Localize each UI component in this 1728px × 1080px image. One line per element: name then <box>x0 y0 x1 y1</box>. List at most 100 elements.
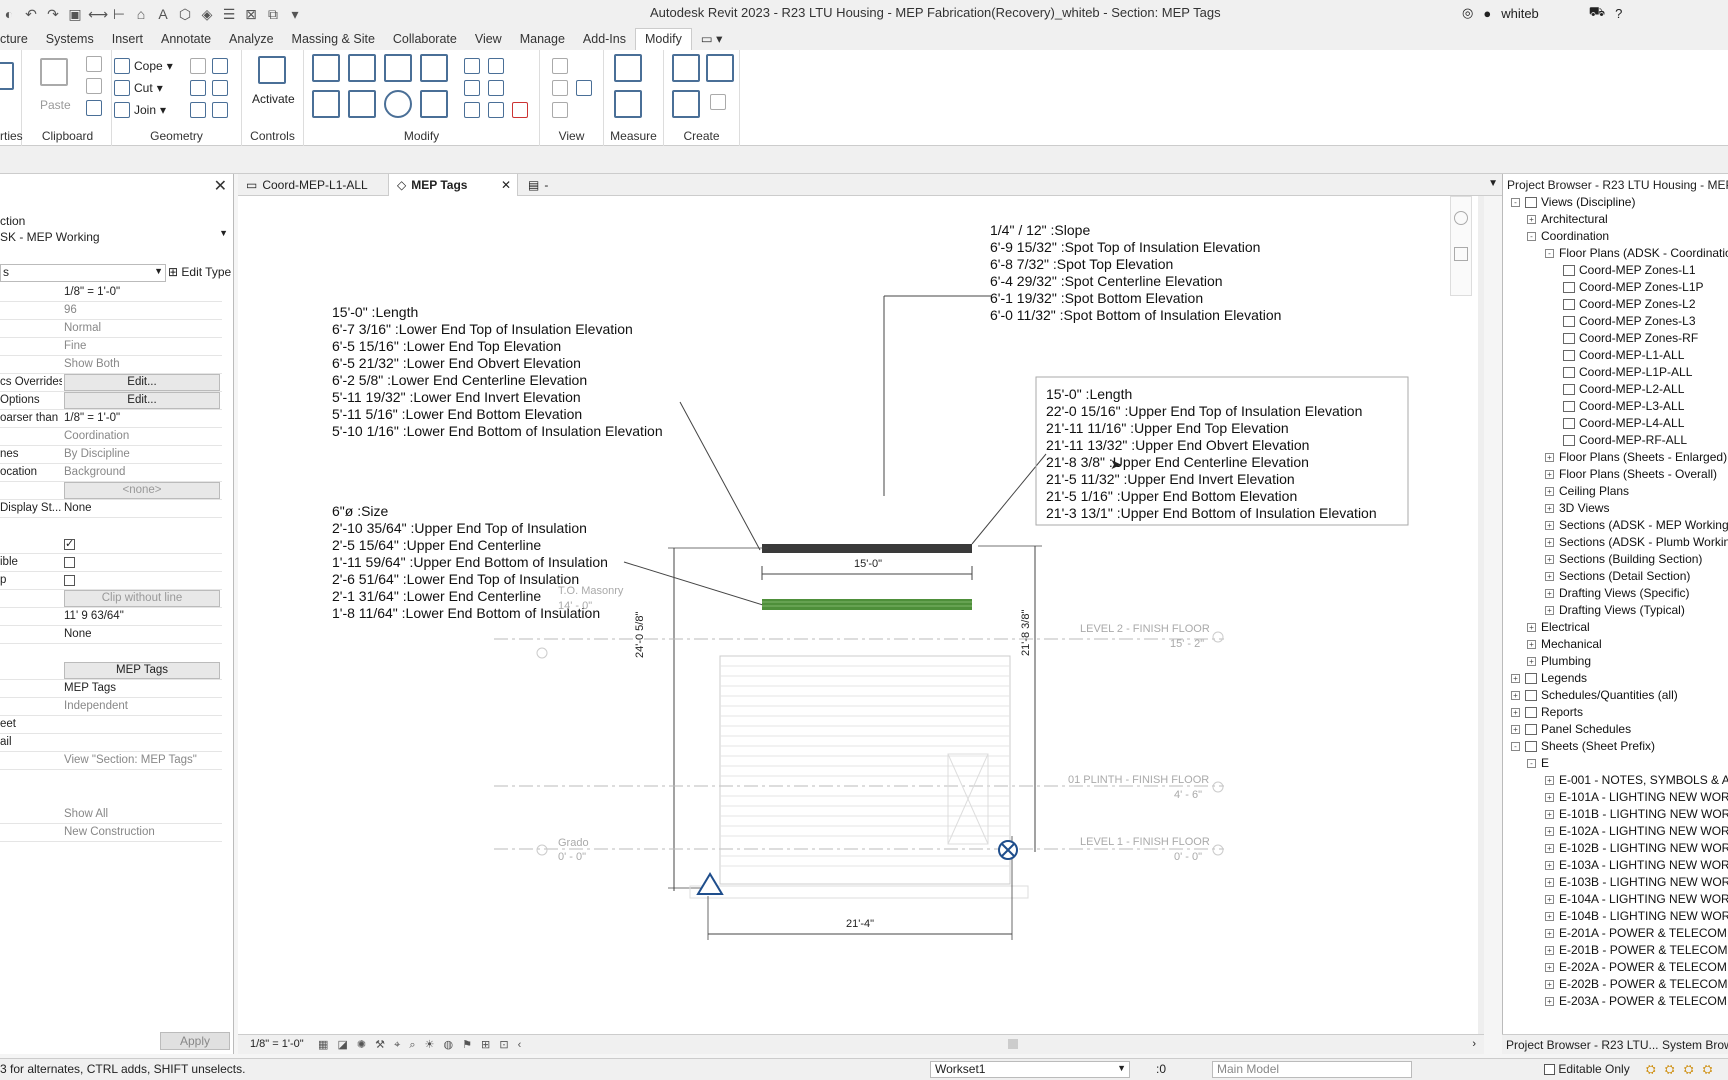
collapse-icon[interactable]: - <box>1545 249 1554 259</box>
edit-type-button[interactable]: ⊞ Edit Type <box>168 265 231 279</box>
expand-icon[interactable]: + <box>1545 912 1554 922</box>
expand-icon[interactable]: + <box>1545 997 1554 1007</box>
section-icon[interactable]: ◈ <box>198 6 216 22</box>
match-properties-icon[interactable] <box>86 100 102 116</box>
property-value[interactable]: View "Section: MEP Tags" <box>64 754 220 766</box>
expand-icon[interactable]: + <box>1545 776 1554 786</box>
open-icon[interactable]: ◐ <box>0 6 18 22</box>
tab-collaborate[interactable]: Collaborate <box>384 29 466 50</box>
join-roof-icon[interactable] <box>190 80 206 96</box>
expand-icon[interactable]: + <box>1511 725 1520 735</box>
browser-tree-node[interactable]: + E-102B - LIGHTING NEW WORK <box>1545 840 1728 857</box>
property-row[interactable]: nes By Discipline <box>0 446 222 464</box>
expand-icon[interactable]: + <box>1545 555 1554 565</box>
demolish-icon[interactable] <box>190 102 206 118</box>
instance-filter[interactable]: s ▼ <box>0 264 166 282</box>
expand-icon[interactable]: + <box>1545 878 1554 888</box>
property-value[interactable]: Fine <box>64 340 220 352</box>
unpin-icon[interactable] <box>488 102 504 118</box>
expand-icon[interactable]: + <box>1527 623 1536 633</box>
pipe-length-dimension[interactable]: 15'-0" <box>854 558 882 570</box>
hammer-icon[interactable] <box>212 102 228 118</box>
level-label-level2[interactable]: LEVEL 2 - FINISH FLOOR <box>1080 623 1210 635</box>
level-label-plinth[interactable]: 01 PLINTH - FINISH FLOOR <box>1068 774 1209 786</box>
property-row[interactable]: eet <box>0 716 222 734</box>
browser-tree-node[interactable]: - Coordination <box>1527 228 1609 245</box>
property-row[interactable]: cs Overrides Edit... <box>0 374 222 392</box>
measure-icon[interactable]: ⟷ <box>88 6 108 22</box>
browser-tree-node[interactable]: + E-101A - LIGHTING NEW WORK <box>1545 789 1728 806</box>
browser-view-item[interactable]: Coord-MEP Zones-RF <box>1563 330 1698 347</box>
property-row[interactable]: New Construction <box>0 824 222 842</box>
tabs-menu-icon[interactable]: ▼ <box>1488 178 1498 189</box>
close-tab-icon[interactable]: ✕ <box>501 178 511 192</box>
browser-view-item[interactable]: Coord-MEP-L4-ALL <box>1563 415 1684 432</box>
redo-icon[interactable]: ↷ <box>44 6 62 22</box>
vertical-scrollbar[interactable] <box>1478 196 1484 1034</box>
tab-massing-site[interactable]: Massing & Site <box>283 29 384 50</box>
browser-tree-node[interactable]: + Electrical <box>1527 619 1590 636</box>
browser-tree-node[interactable]: + E-202B - POWER & TELECOM N <box>1545 976 1728 993</box>
view-tab-coord-mep-l1-all[interactable]: ▭ Coord-MEP-L1-ALL <box>238 174 376 196</box>
property-value[interactable]: None <box>64 628 220 640</box>
user-icon[interactable]: ● <box>1483 6 1491 21</box>
linework-icon[interactable] <box>576 80 592 96</box>
undo-icon[interactable]: ↶ <box>22 6 40 22</box>
split-gap-icon[interactable] <box>488 58 504 74</box>
masonry-wall[interactable] <box>719 655 1011 885</box>
property-row[interactable]: Fine <box>0 338 222 356</box>
offset-icon[interactable] <box>348 54 376 82</box>
collapse-icon[interactable]: - <box>1527 232 1536 242</box>
tab-view[interactable]: View <box>466 29 511 50</box>
browser-tree-node[interactable]: + E-103B - LIGHTING NEW WORK <box>1545 874 1728 891</box>
lower-end-tags[interactable]: 15'-0" :Length 6'-7 3/16" :Lower End Top… <box>332 304 663 440</box>
browser-view-item[interactable]: Coord-MEP-L1-ALL <box>1563 347 1684 364</box>
properties-icon[interactable] <box>0 62 14 90</box>
property-row[interactable]: Display St... None <box>0 500 222 518</box>
expand-icon[interactable]: + <box>1511 674 1520 684</box>
text-icon[interactable]: A <box>154 6 172 22</box>
browser-tree-node[interactable]: +3D Views <box>1545 500 1609 517</box>
browser-tree-node[interactable]: + Mechanical <box>1527 636 1602 653</box>
tab-architecture[interactable]: cture <box>0 29 37 50</box>
property-value[interactable]: Show All <box>64 808 220 820</box>
property-row[interactable]: <none> <box>0 482 222 500</box>
property-row[interactable]: ible <box>0 554 222 572</box>
close-properties-icon[interactable]: ✕ <box>214 176 227 196</box>
measure-icon[interactable] <box>614 54 642 82</box>
property-row[interactable]: MEP Tags <box>0 680 222 698</box>
level-head-plinth[interactable] <box>1212 781 1224 793</box>
pin-icon[interactable] <box>464 102 480 118</box>
property-value[interactable]: Edit... <box>64 392 220 409</box>
browser-view-item[interactable]: Coord-MEP Zones-L2 <box>1563 296 1696 313</box>
create-group-icon[interactable] <box>672 90 700 118</box>
browser-tree-node[interactable]: + Sections (Detail Section) <box>1545 568 1690 585</box>
copy-element-icon[interactable] <box>348 90 376 118</box>
browser-view-item[interactable]: Coord-MEP-L2-ALL <box>1563 381 1684 398</box>
expand-icon[interactable]: + <box>1545 538 1554 548</box>
expand-icon[interactable]: + <box>1545 963 1554 973</box>
property-value[interactable]: MEP Tags <box>64 682 220 694</box>
split-face-icon[interactable] <box>212 58 228 74</box>
expand-icon[interactable]: + <box>1527 657 1536 667</box>
browser-tree-node[interactable]: + E-102A - LIGHTING NEW WORK <box>1545 823 1728 840</box>
tab-annotate[interactable]: Annotate <box>152 29 220 50</box>
activate-button[interactable]: Activate <box>252 92 295 106</box>
browser-tree-node[interactable]: + E-104A - LIGHTING NEW WORK <box>1545 891 1728 908</box>
design-option-dropdown[interactable]: Main Model <box>1212 1061 1412 1078</box>
property-checkbox[interactable] <box>64 557 75 568</box>
switch-windows-icon[interactable]: ⧉ <box>264 6 282 22</box>
hide-icon[interactable] <box>552 58 568 74</box>
create-parts-icon[interactable] <box>706 54 734 82</box>
browser-tree-node[interactable]: + Ceiling Plans <box>1545 483 1629 500</box>
mirror-axis-icon[interactable] <box>384 54 412 82</box>
tab-add-ins[interactable]: Add-Ins <box>574 29 635 50</box>
property-row[interactable]: Independent <box>0 698 222 716</box>
property-row[interactable]: Coordination <box>0 428 222 446</box>
property-checkbox[interactable] <box>64 575 75 586</box>
view-scale[interactable]: 1/8" = 1'-0" <box>250 1038 304 1050</box>
paste-button[interactable]: Paste <box>40 98 71 112</box>
browser-tree-node[interactable]: + Plumbing <box>1527 653 1591 670</box>
user-name[interactable]: whiteb <box>1501 6 1539 21</box>
width-dimension[interactable]: 21'-4" <box>846 918 874 930</box>
